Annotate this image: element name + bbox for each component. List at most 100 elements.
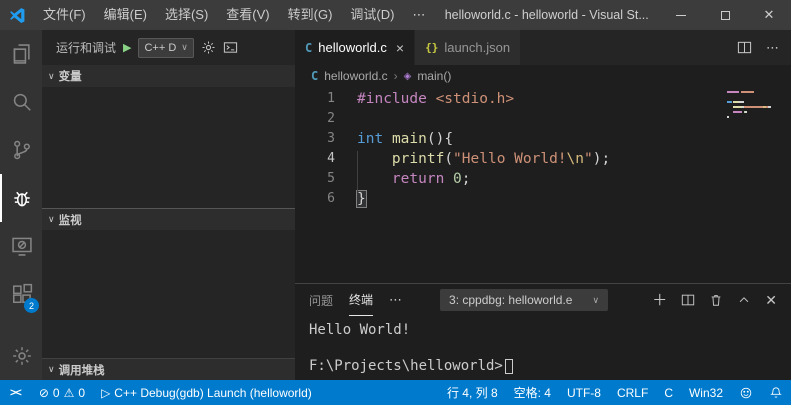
more-actions-icon[interactable]: ⋯ [766,40,779,56]
run-and-debug-icon [14,191,30,207]
feedback-smiley-icon [740,387,752,398]
split-editor-icon[interactable] [737,40,752,55]
activity-item-run-and-debug[interactable] [0,174,42,222]
code-token: 0 [453,171,462,187]
remote-indicator[interactable]: >< [0,380,31,405]
minimap-segment [740,91,754,93]
json-file-icon: {} [425,41,439,54]
section-label-watch: 监视 [58,214,82,227]
kill-terminal-trash-icon[interactable] [709,293,723,307]
menu-item[interactable]: 选择(S) [156,0,217,30]
feedback-button[interactable] [731,380,761,405]
code-line[interactable]: 3 int main(){ [295,129,791,149]
menu-item[interactable]: 文件(F) [34,0,95,30]
section-header-variables[interactable]: ∨ 变量 [42,65,295,87]
code-token: } [356,190,367,208]
menu-item[interactable]: 转到(G) [279,0,342,30]
code-token: " [584,151,593,167]
code-line[interactable]: 4 printf("Hello World!\n"); [295,149,791,169]
watch-body[interactable] [42,230,295,358]
code-line[interactable]: 5 return 0; [295,169,791,189]
section-header-call-stack[interactable]: ∨ 调用堆栈 [42,358,295,380]
split-terminal-icon[interactable] [681,293,695,307]
menu-item[interactable]: 编辑(E) [95,0,156,30]
start-debugging-button[interactable]: ▶ [123,41,131,54]
indentation-status[interactable]: 空格: 4 [506,380,559,405]
panel-tab-problems[interactable]: 问题 [309,284,333,316]
debug-launch-status[interactable]: ▷ C++ Debug(gdb) Launch (helloworld) [93,380,320,405]
configure-launch-button[interactable] [201,40,216,55]
terminal[interactable]: Hello World! F:\Projects\helloworld> [295,316,791,380]
tab-label: helloworld.c [318,40,387,55]
new-terminal-button[interactable]: ＋ [652,293,667,308]
sidebar-title: 运行和调试 [56,41,117,55]
notifications-button[interactable] [761,380,791,405]
code-line[interactable]: 2 [295,109,791,129]
close-button[interactable]: ✕ [747,0,791,30]
activity-item-source-control[interactable] [0,126,42,174]
minimap-line [727,106,779,108]
tab-helloworld-c[interactable]: C helloworld.c × [295,30,415,65]
code-editor[interactable]: 1 #include <stdio.h> 2 3 int main(){4 printf… [295,87,791,283]
chevron-down-icon: ∨ [181,42,188,52]
open-debug-console-button[interactable] [223,40,238,55]
activity-item-extensions[interactable]: 2 [0,270,42,318]
code-token: return [391,171,445,187]
breadcrumb-file[interactable]: helloworld.c [324,69,387,83]
code-token: ( [444,151,454,167]
section-header-watch[interactable]: ∨ 监视 [42,208,295,230]
title-bar: 文件(F) 编辑(E) 选择(S) 查看(V) 转到(G) 调试(D) ⋯ hellowor… [0,0,791,30]
code-line[interactable]: 6} [295,189,791,209]
tab-launch-json[interactable]: {} launch.json [415,30,521,65]
play-icon: ▷ [101,385,111,400]
activity-item-remote-explorer[interactable] [0,222,42,270]
line-number[interactable]: 6 [295,189,335,209]
section-label-variables: 变量 [58,71,82,83]
code-line-text: return 0; [335,169,471,189]
menu-item[interactable]: 查看(V) [217,0,278,30]
close-tab-icon[interactable]: × [396,40,404,56]
cursor-position-status[interactable]: 行 4, 列 8 [439,380,506,405]
language-mode-status[interactable]: C [656,380,681,405]
line-number[interactable]: 2 [295,109,335,129]
line-number[interactable]: 3 [295,129,335,149]
minimap-segment [767,106,771,108]
code-line[interactable]: 1 #include <stdio.h> [295,89,791,109]
code-token: main [391,131,427,147]
maximize-panel-chevron-icon[interactable] [737,293,751,307]
activity-item-search[interactable] [0,78,42,126]
variables-body[interactable] [42,87,295,208]
close-panel-icon[interactable]: ✕ [765,292,777,309]
minimap-segment [733,106,742,108]
warning-icon: ⚠ [63,385,75,400]
panel-tab-terminal[interactable]: 终端 [349,284,374,316]
minimize-button[interactable] [659,0,703,30]
code-line-text [335,109,357,129]
manage-button[interactable] [0,332,42,380]
code-token: "Hello World! [453,151,567,167]
line-number[interactable]: 1 [295,89,335,109]
activity-item-explorer[interactable] [0,30,42,78]
minimap[interactable] [727,91,779,118]
line-number[interactable]: 4 [295,149,335,169]
terminal-line: F:\Projects\helloworld> [309,357,791,375]
chevron-down-icon: ∨ [48,214,55,224]
line-number[interactable]: 5 [295,169,335,189]
encoding-status[interactable]: UTF-8 [559,380,609,405]
code-token: int [357,131,384,147]
problems-status[interactable]: ⊘ 0 ⚠ 0 [31,380,93,405]
cpp-config-status[interactable]: Win32 [681,380,731,405]
terminal-instance-select[interactable]: 3: cppdbg: helloworld.e ∨ [440,289,609,311]
window-controls: ✕ [659,0,791,30]
maximize-button[interactable] [703,0,747,30]
menu-more-button[interactable]: ⋯ [403,0,434,30]
eol-status[interactable]: CRLF [609,380,656,405]
c-file-icon: C [305,40,313,55]
breadcrumb-symbol[interactable]: main() [417,69,451,83]
panel-tab-label: 问题 [309,293,334,308]
gear-icon [202,41,215,54]
menu-item[interactable]: 调试(D) [341,0,403,30]
panel-more-icon[interactable]: ⋯ [389,292,402,308]
code-line-text: printf("Hello World!\n"); [335,149,610,169]
launch-config-select[interactable]: C++ D ∨ [138,37,194,58]
